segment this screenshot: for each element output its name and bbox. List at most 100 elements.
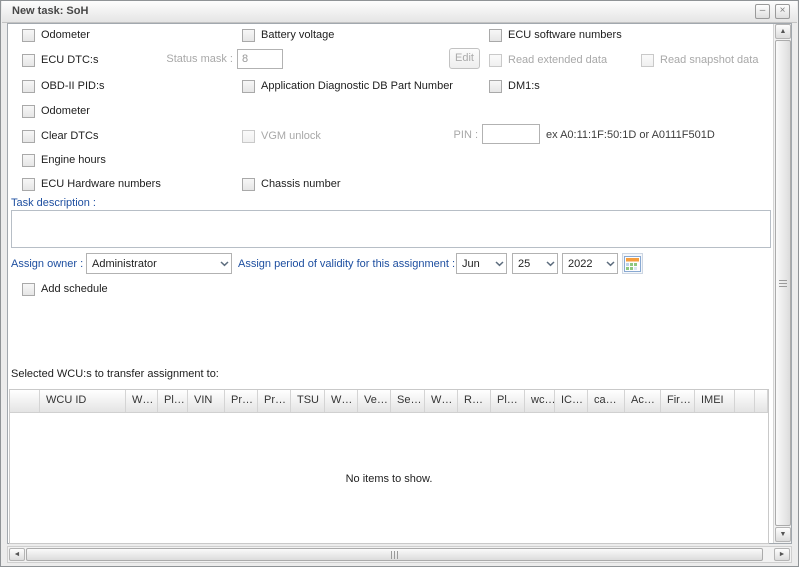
validity-month-select[interactable]: Jun — [456, 253, 507, 274]
wcu-table-caption: Selected WCU:s to transfer assignment to… — [11, 368, 219, 380]
scroll-left-button[interactable]: ◄ — [9, 548, 25, 561]
checkbox-icon — [641, 54, 654, 67]
table-header-cell[interactable]: ca… — [588, 390, 625, 412]
chevron-down-icon — [603, 261, 617, 267]
checkbox-icon — [242, 130, 255, 143]
task-description-textarea[interactable] — [11, 210, 771, 248]
checkbox-icon — [242, 178, 255, 191]
ecu-hardware-numbers-checkbox[interactable]: ECU Hardware numbers — [22, 177, 161, 191]
checkbox-icon — [22, 54, 35, 67]
add-schedule-checkbox[interactable]: Add schedule — [22, 282, 108, 296]
grip-icon — [779, 280, 787, 287]
table-header-cell[interactable] — [755, 390, 768, 412]
table-header-cell[interactable]: Se… — [391, 390, 425, 412]
checkbox-icon — [22, 80, 35, 93]
vertical-scrollbar-thumb[interactable] — [775, 40, 791, 526]
table-header-cell[interactable]: WCU ID — [40, 390, 126, 412]
new-task-window: New task: SoH – × Odometer Battery volta… — [0, 0, 799, 567]
calendar-button[interactable] — [622, 253, 643, 274]
minimize-icon: – — [760, 5, 766, 16]
arrow-left-icon: ◄ — [14, 551, 21, 558]
table-header-cell[interactable]: Pr… — [225, 390, 258, 412]
edit-button[interactable]: Edit — [449, 48, 480, 69]
read-snapshot-data-checkbox[interactable]: Read snapshot data — [641, 53, 758, 67]
arrow-right-icon: ► — [779, 551, 786, 558]
status-mask-input[interactable] — [237, 49, 283, 69]
scroll-right-button[interactable]: ► — [774, 548, 790, 561]
battery-voltage-checkbox[interactable]: Battery voltage — [242, 28, 334, 42]
chevron-down-icon — [543, 261, 557, 267]
table-header-cell[interactable]: IC… — [555, 390, 588, 412]
table-header-cell[interactable]: R… — [458, 390, 491, 412]
checkbox-icon — [22, 130, 35, 143]
arrow-down-icon: ▼ — [780, 531, 787, 538]
horizontal-scrollbar-thumb[interactable] — [26, 548, 763, 561]
table-header-cell[interactable]: W… — [425, 390, 458, 412]
vgm-unlock-checkbox[interactable]: VGM unlock — [242, 129, 321, 143]
table-header-cell[interactable]: VIN — [188, 390, 225, 412]
wcu-table: WCU IDW…Pl…VINPr…Pr…TSUW…Ve…Se…W…R…Pl…wc… — [9, 389, 769, 544]
grip-icon — [391, 551, 398, 559]
status-mask-label: Status mask : — [161, 53, 233, 65]
validity-year-select[interactable]: 2022 — [562, 253, 618, 274]
checkbox-icon — [22, 105, 35, 118]
empty-table-message: No items to show. — [346, 473, 433, 485]
minimize-button[interactable]: – — [755, 4, 770, 19]
assign-owner-label: Assign owner : — [11, 258, 83, 270]
table-header-cell[interactable] — [10, 390, 40, 412]
clear-dtcs-checkbox[interactable]: Clear DTCs — [22, 129, 98, 143]
validity-day-select[interactable]: 25 — [512, 253, 558, 274]
assign-owner-select[interactable]: Administrator — [86, 253, 232, 274]
obd-ii-pids-checkbox[interactable]: OBD-II PID:s — [22, 79, 105, 93]
table-header-cell[interactable]: Ac… — [625, 390, 661, 412]
table-header-cell[interactable]: IMEI — [695, 390, 735, 412]
read-extended-data-checkbox[interactable]: Read extended data — [489, 53, 607, 67]
chevron-down-icon — [492, 261, 506, 267]
checkbox-icon — [242, 80, 255, 93]
checkbox-icon — [22, 178, 35, 191]
table-header-cell[interactable]: Fir… — [661, 390, 695, 412]
table-header-cell[interactable]: W… — [325, 390, 358, 412]
ecu-dtcs-checkbox[interactable]: ECU DTC:s — [22, 53, 98, 67]
scroll-down-button[interactable]: ▼ — [775, 527, 791, 542]
ecu-software-numbers-checkbox[interactable]: ECU software numbers — [489, 28, 622, 42]
calendar-icon — [624, 256, 641, 272]
table-header-cell[interactable]: Pl… — [491, 390, 525, 412]
close-icon: × — [780, 5, 786, 16]
close-button[interactable]: × — [775, 4, 790, 19]
table-header-cell[interactable]: Pl… — [158, 390, 188, 412]
checkbox-icon — [489, 54, 502, 67]
table-header-cell[interactable]: wc… — [525, 390, 555, 412]
horizontal-scrollbar[interactable]: ◄ ► — [7, 546, 792, 563]
vertical-scrollbar[interactable]: ▲ ▼ — [773, 24, 791, 543]
odometer-checkbox-2[interactable]: Odometer — [22, 104, 90, 118]
wcu-table-header: WCU IDW…Pl…VINPr…Pr…TSUW…Ve…Se…W…R…Pl…wc… — [10, 390, 768, 413]
pin-hint: ex A0:11:1F:50:1D or A0111F501D — [546, 129, 715, 141]
task-description-label: Task description : — [11, 197, 96, 209]
table-header-cell[interactable]: W… — [126, 390, 158, 412]
application-diagnostic-db-part-number-checkbox[interactable]: Application Diagnostic DB Part Number — [242, 79, 453, 93]
engine-hours-checkbox[interactable]: Engine hours — [22, 153, 106, 167]
table-header-cell[interactable]: TSU — [291, 390, 325, 412]
titlebar[interactable]: New task: SoH – × — [2, 1, 797, 23]
chassis-number-checkbox[interactable]: Chassis number — [242, 177, 340, 191]
checkbox-icon — [242, 29, 255, 42]
table-header-cell[interactable]: Pr… — [258, 390, 291, 412]
checkbox-icon — [22, 283, 35, 296]
table-header-cell[interactable] — [735, 390, 755, 412]
checkbox-icon — [22, 154, 35, 167]
checkbox-icon — [489, 29, 502, 42]
table-header-cell[interactable]: Ve… — [358, 390, 391, 412]
dm1s-checkbox[interactable]: DM1:s — [489, 79, 540, 93]
pin-input[interactable] — [482, 124, 540, 144]
scroll-up-button[interactable]: ▲ — [775, 24, 791, 39]
window-title: New task: SoH — [12, 5, 88, 17]
wcu-table-body: No items to show. — [10, 413, 768, 545]
pin-label: PIN : — [431, 129, 478, 141]
arrow-up-icon: ▲ — [780, 28, 787, 35]
validity-label: Assign period of validity for this assig… — [238, 258, 455, 270]
chevron-down-icon — [217, 261, 231, 267]
checkbox-icon — [489, 80, 502, 93]
odometer-checkbox-1[interactable]: Odometer — [22, 28, 90, 42]
checkbox-icon — [22, 29, 35, 42]
